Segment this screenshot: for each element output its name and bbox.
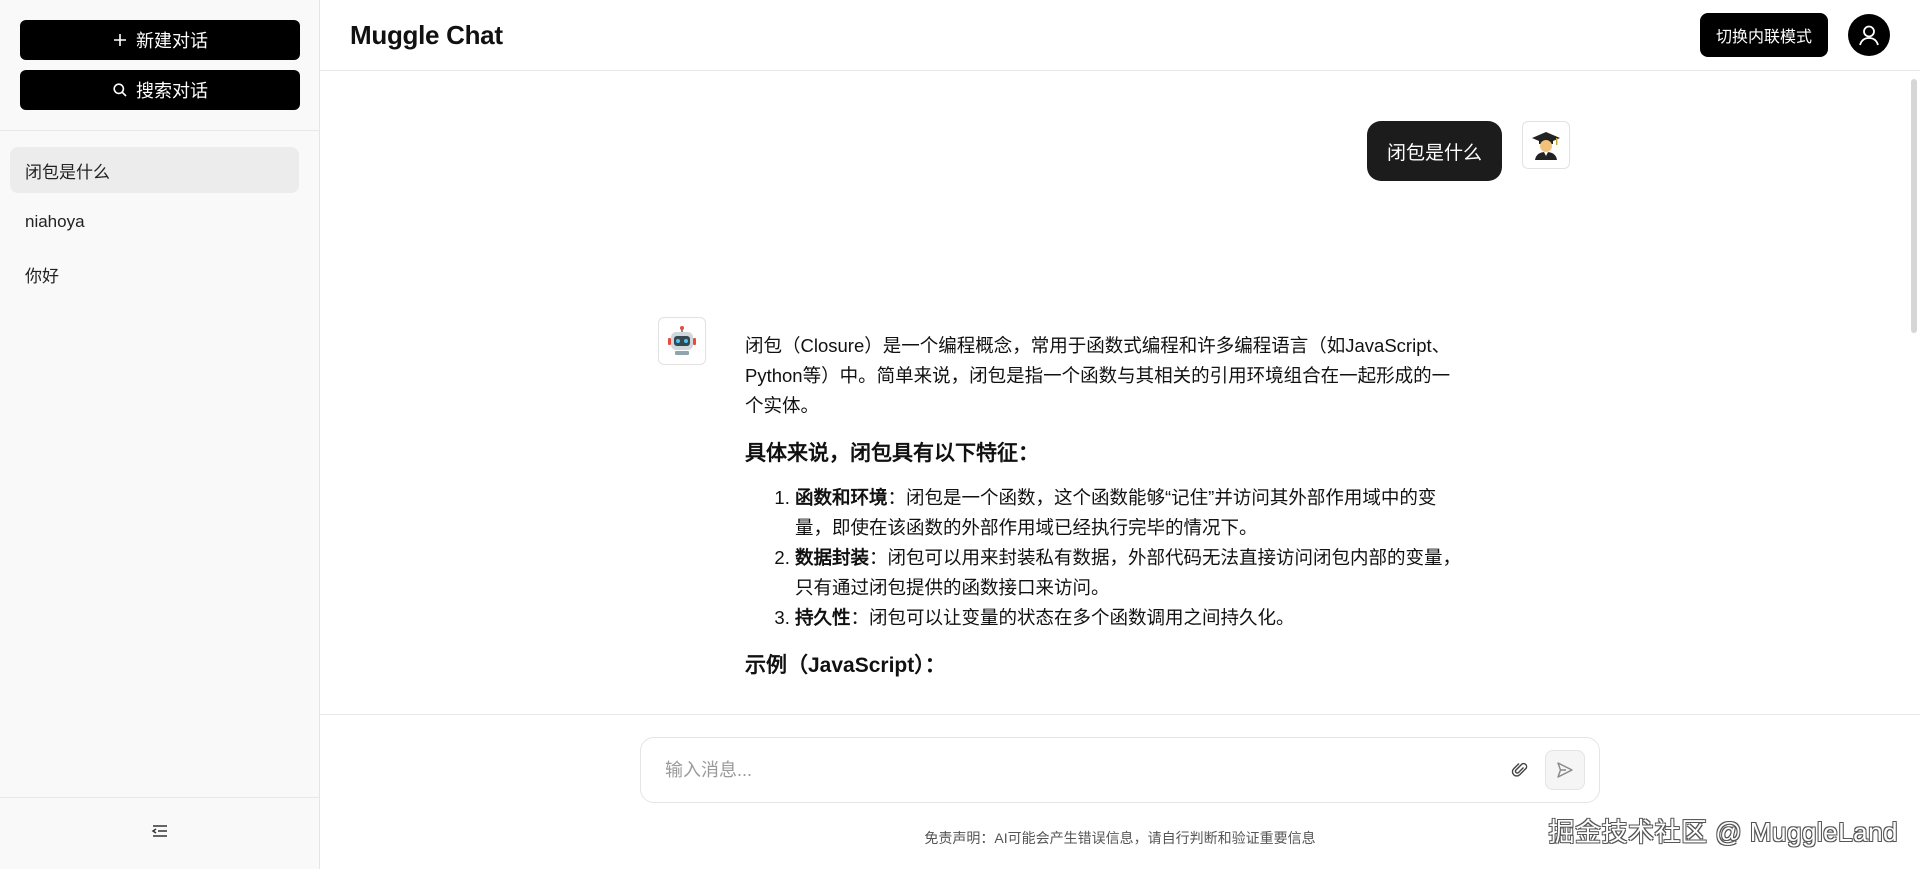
feature-title: 数据封装 <box>795 547 870 568</box>
app-root: 新建对话 搜索对话 闭包是什么 niahoya 你好 Muggle Chat 切… <box>0 0 1920 869</box>
new-chat-button[interactable]: 新建对话 <box>20 20 300 60</box>
sidebar: 新建对话 搜索对话 闭包是什么 niahoya 你好 <box>0 0 320 869</box>
chat-area[interactable]: 闭包是什么 闭包（Closure）是一个编程概念，常用于函数式编程和许多编程语言… <box>320 71 1920 715</box>
user-avatar-icon <box>1859 25 1879 46</box>
list-item: 数据封装：闭包可以用来封装私有数据，外部代码无法直接访问闭包内部的变量，只有通过… <box>795 543 1467 603</box>
watermark: 掘金技术社区 @ MuggleLand <box>1548 817 1898 847</box>
disclaimer-text: 免责声明：AI可能会产生错误信息，请自行判断和验证重要信息 <box>924 830 1316 846</box>
user-avatar-button[interactable] <box>1848 14 1890 56</box>
send-icon <box>1557 762 1573 778</box>
sidebar-actions: 新建对话 搜索对话 <box>0 0 319 131</box>
user-avatar <box>1522 121 1571 169</box>
paperclip-icon <box>1511 762 1528 777</box>
main-panel: Muggle Chat 切换内联模式 闭包是什么 闭包（Closure）是一个编… <box>320 0 1920 869</box>
conversation-item[interactable]: 闭包是什么 <box>10 147 299 193</box>
bot-avatar <box>658 317 706 365</box>
features-heading: 具体来说，闭包具有以下特征： <box>745 442 1039 465</box>
plus-icon <box>114 34 126 46</box>
message-input[interactable] <box>665 759 1507 781</box>
message-composer <box>640 737 1600 803</box>
composer-area: 免责声明：AI可能会产生错误信息，请自行判断和验证重要信息 掘金技术社区 @ M… <box>320 715 1920 869</box>
list-item: 持久性：闭包可以让变量的状态在多个函数调用之间持久化。 <box>795 603 1467 633</box>
feature-text: ：闭包是一个函数，这个函数能够“记住”并访问其外部作用域中的变量，即使在该函数的… <box>795 487 1437 538</box>
search-chat-label: 搜索对话 <box>136 81 208 101</box>
top-header: Muggle Chat 切换内联模式 <box>320 0 1920 71</box>
robot-icon <box>668 326 696 355</box>
sidebar-footer <box>0 797 319 869</box>
user-message-bubble: 闭包是什么 <box>1367 121 1503 181</box>
feature-text: ：闭包可以用来封装私有数据，外部代码无法直接访问闭包内部的变量，只有通过闭包提供… <box>795 547 1462 598</box>
list-item: 函数和环境：闭包是一个函数，这个函数能够“记住”并访问其外部作用域中的变量，即使… <box>795 483 1467 543</box>
bot-message: 闭包（Closure）是一个编程概念，常用于函数式编程和许多编程语言（如Java… <box>745 331 1467 695</box>
attach-button[interactable] <box>1507 757 1533 783</box>
conversation-item[interactable]: niahoya <box>10 199 299 245</box>
conversation-list: 闭包是什么 niahoya 你好 <box>0 131 319 797</box>
search-chat-button[interactable]: 搜索对话 <box>20 70 300 110</box>
graduate-icon <box>1532 132 1561 160</box>
features-list: 函数和环境：闭包是一个函数，这个函数能够“记住”并访问其外部作用域中的变量，即使… <box>745 483 1467 633</box>
search-icon <box>113 83 127 97</box>
bot-intro-paragraph: 闭包（Closure）是一个编程概念，常用于函数式编程和许多编程语言（如Java… <box>745 335 1451 416</box>
feature-title: 函数和环境 <box>795 487 888 508</box>
sidebar-collapse-icon[interactable] <box>150 821 170 846</box>
feature-title: 持久性 <box>795 607 851 628</box>
new-chat-label: 新建对话 <box>136 31 208 51</box>
header-actions: 切换内联模式 <box>1699 13 1890 57</box>
toggle-inline-mode-button[interactable]: 切换内联模式 <box>1699 13 1828 57</box>
chat-scrollbar[interactable] <box>1911 79 1917 333</box>
user-message-row: 闭包是什么 <box>1367 121 1571 181</box>
example-heading: 示例（JavaScript）： <box>745 654 946 677</box>
conversation-item[interactable]: 你好 <box>10 251 299 297</box>
app-title: Muggle Chat <box>350 19 503 50</box>
send-button[interactable] <box>1545 750 1585 790</box>
feature-text: ：闭包可以让变量的状态在多个函数调用之间持久化。 <box>850 607 1295 628</box>
